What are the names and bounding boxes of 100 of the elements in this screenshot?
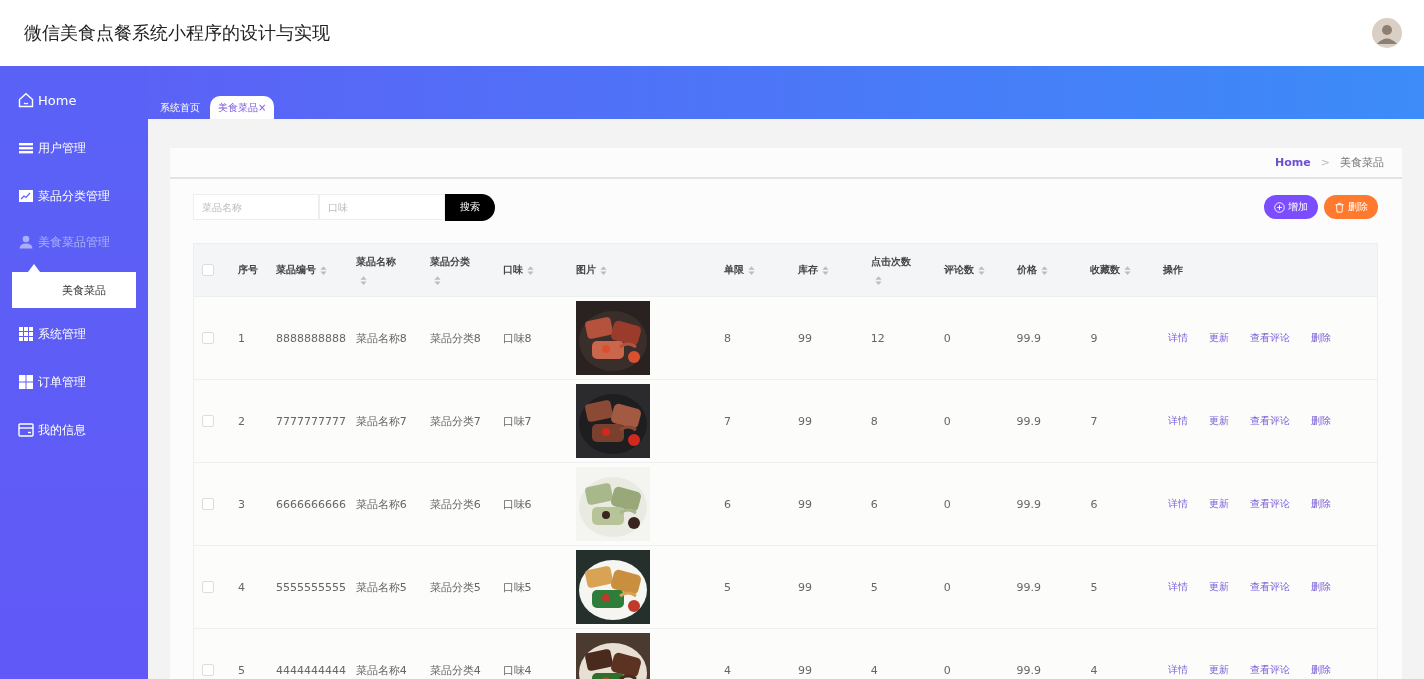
table-cell: 菜品名称6 [355,496,407,512]
table-cell: 菜品分类4 [429,662,481,678]
row-action-link[interactable]: 详情 [1168,331,1189,345]
sidebar-item[interactable]: 菜品分类管理 [0,172,148,220]
row-action-link[interactable]: 删除 [1311,414,1332,428]
table-cell: 6 [724,497,732,511]
table-cell: 99.9 [1016,663,1042,677]
column-header: 菜品编号 [275,263,316,277]
table-cell: 99 [798,580,812,594]
table-cell: 6 [1090,497,1098,511]
row-checkbox[interactable] [202,415,214,427]
breadcrumb-link[interactable]: Home [1275,156,1311,169]
row-action-link[interactable]: 删除 [1311,331,1332,345]
tiles-icon [18,374,34,390]
sidebar-item[interactable]: 订单管理 [0,358,148,406]
row-action-link[interactable]: 更新 [1209,663,1230,677]
sidebar-item[interactable]: 用户管理 [0,124,148,172]
column-header: 操作 [1163,263,1184,277]
close-icon[interactable]: × [258,102,267,113]
row-action-link[interactable]: 详情 [1168,414,1189,428]
table-cell: 菜品名称8 [355,330,407,346]
table-cell: 9 [1090,331,1098,345]
table-cell: 菜品分类7 [429,413,481,429]
search-button[interactable]: 搜索 [445,193,495,221]
sort-icon[interactable] [874,274,882,286]
add-button[interactable]: 增加 [1264,195,1318,219]
table-cell: 7777777777 [275,414,346,428]
sort-icon[interactable] [977,264,985,276]
delete-button[interactable]: 删除 [1324,195,1378,219]
avatar-icon[interactable] [1372,18,1402,48]
sort-icon[interactable] [359,274,367,286]
sort-icon[interactable] [319,264,327,276]
table-cell: 菜品分类8 [429,330,481,346]
column-header: 评论数 [943,263,974,277]
row-checkbox[interactable] [202,498,214,510]
row-action-link[interactable]: 详情 [1168,497,1189,511]
row-checkbox[interactable] [202,581,214,593]
row-checkbox[interactable] [202,332,214,344]
search-field[interactable]: 口味 [319,194,445,220]
table-cell: 99.9 [1016,414,1042,428]
row-action-link[interactable]: 更新 [1209,580,1230,594]
table-cell: 7 [1090,414,1098,428]
home-icon [18,92,34,108]
table-cell: 口味7 [502,413,532,429]
submenu-item[interactable]: 美食菜品 [12,272,136,308]
sort-icon[interactable] [1124,264,1132,276]
table-cell: 口味6 [502,496,532,512]
table-cell: 菜品名称5 [355,579,407,595]
sidebar-item[interactable]: Home [0,76,148,124]
sort-icon[interactable] [600,264,608,276]
table-cell: 口味8 [502,330,532,346]
sort-icon[interactable] [526,264,534,276]
row-action-link[interactable]: 删除 [1311,663,1332,677]
table-cell: 1 [237,331,245,345]
row-action-link[interactable]: 更新 [1209,331,1230,345]
table-cell: 3 [237,497,245,511]
list-icon [18,140,34,156]
row-action-link[interactable]: 查看评论 [1250,414,1291,428]
column-header: 价格 [1016,263,1037,277]
row-action-link[interactable]: 查看评论 [1250,497,1291,511]
table-cell: 99 [798,497,812,511]
row-action-link[interactable]: 更新 [1209,414,1230,428]
column-header: 库存 [798,263,818,277]
plus-circle-icon [1274,201,1285,213]
row-action-link[interactable]: 删除 [1311,497,1332,511]
row-action-link[interactable]: 查看评论 [1250,331,1291,345]
breadcrumb-separator: > [1320,156,1330,169]
row-action-link[interactable]: 查看评论 [1250,580,1291,594]
table-cell: 5 [1090,580,1098,594]
table-cell: 7 [724,414,732,428]
sort-icon[interactable] [433,274,441,286]
table-cell: 4 [1090,663,1098,677]
tab[interactable]: 系统首页 [152,96,208,119]
row-action-link[interactable]: 查看评论 [1250,663,1291,677]
trash-icon [1334,201,1345,213]
column-header: 序号 [237,263,258,277]
column-header: 点击次数 [870,254,911,269]
table-cell: 8 [870,414,878,428]
user-icon [18,234,34,250]
table-cell: 6 [870,497,878,511]
row-action-link[interactable]: 删除 [1311,580,1332,594]
row-action-link[interactable]: 详情 [1168,663,1189,677]
sort-icon[interactable] [1040,264,1048,276]
row-action-link[interactable]: 更新 [1209,497,1230,511]
column-header: 收藏数 [1090,263,1121,277]
column-header: 图片 [576,263,597,277]
select-all-checkbox[interactable] [202,264,214,276]
row-action-link[interactable]: 详情 [1168,580,1189,594]
row-checkbox[interactable] [202,664,214,676]
tab[interactable]: 美食菜品× [210,96,275,119]
sidebar-item[interactable]: 系统管理 [0,310,148,358]
table-cell: 菜品分类5 [429,579,481,595]
table-cell: 0 [943,331,951,345]
sort-icon[interactable] [822,264,829,276]
table-cell: 99.9 [1016,497,1042,511]
table-cell: 菜品分类6 [429,496,481,512]
grid-icon [18,326,34,342]
table-cell: 0 [943,497,951,511]
sort-icon[interactable] [748,264,756,276]
sidebar-item[interactable]: 我的信息 [0,406,148,454]
